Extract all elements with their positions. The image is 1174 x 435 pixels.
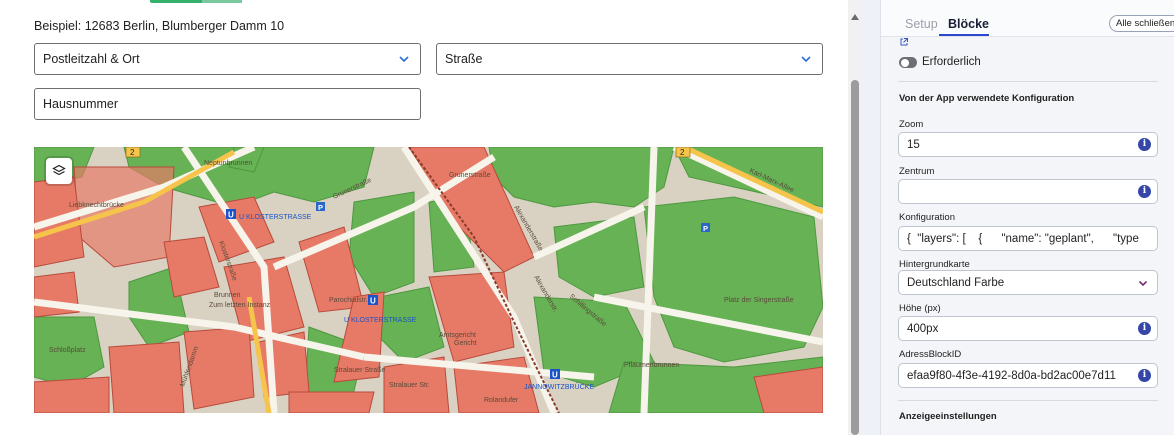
map-label: Platz der Singerstraße [724,297,794,304]
active-tab-indicator [939,34,989,36]
center-label: Zentrum [899,166,935,177]
layer-switch-button[interactable] [46,158,72,184]
map-label: Brunnen [214,292,241,299]
map-label: Grunerstraße [449,172,491,179]
street-select[interactable]: Straße [436,43,823,75]
info-icon[interactable]: i [1138,185,1151,198]
config-label: Konfiguration [899,212,955,223]
street-label: Straße [445,52,483,66]
map-label: Schloßplatz [49,347,86,354]
svg-text:U: U [552,371,558,380]
basemap-select[interactable]: Deutschland Farbe [898,270,1158,295]
house-number-label: Hausnummer [43,97,119,111]
close-all-button[interactable]: Alle schließen [1109,15,1174,32]
center-input[interactable]: i [898,179,1158,204]
config-value: { "layers": [ { "name": "geplant", "type [907,232,1139,245]
map-label: U KLOSTERSTRASSE [344,317,417,324]
height-input[interactable]: 400px i [898,316,1158,341]
svg-text:U: U [370,297,376,306]
zoom-input[interactable]: 15 i [898,132,1158,157]
vertical-scrollbar[interactable] [848,0,862,435]
map-label: JANNOWITZBRÜCKE [524,383,594,391]
road-badge-right: 2 [680,148,685,157]
address-block-input[interactable]: efaa9f80-4f3e-4192-8d0a-bd2ac00e7d11 i [898,363,1158,388]
settings-panel: Setup Blöcke Alle schließen Erforderlich… [880,0,1174,435]
svg-text:P: P [703,224,708,233]
top-accent-bar-2 [202,0,242,3]
address-block-value: efaa9f80-4f3e-4192-8d0a-bd2ac00e7d11 [907,369,1116,382]
map-label: Gericht [454,340,477,347]
chevron-down-icon [399,56,409,63]
height-value: 400px [907,322,939,335]
panel-gutter [862,0,880,435]
postcode-city-label: Postleitzahl & Ort [43,52,140,66]
map-label: Stralauer Str. [389,382,430,389]
svg-text:P: P [318,203,323,212]
info-icon[interactable]: i [1138,138,1151,151]
map-view[interactable]: 2 2 U U U P P Neptunbrunnen Liebknechtbr… [34,147,823,413]
layers-icon [52,164,66,176]
map-label: Rolandufer [484,397,519,404]
map-label: Pflaumenbrunnen [624,362,679,369]
display-section-title: Anzeigeeinstellungen [899,411,997,422]
address-hint: Beispiel: 12683 Berlin, Blumberger Damm … [34,19,285,33]
map-label: Neptunbrunnen [204,160,252,167]
chevron-down-icon [1138,280,1148,287]
divider [898,400,1158,401]
map-label: Parochialstr. [329,297,368,304]
basemap-label: Hintergrundkarte [899,259,970,270]
divider [898,81,1158,82]
info-icon[interactable]: i [1138,322,1151,335]
config-input[interactable]: { "layers": [ { "name": "geplant", "type [898,226,1158,251]
house-number-input[interactable]: Hausnummer [34,88,421,120]
road-badge-left: 2 [130,148,135,157]
info-icon[interactable]: i [1138,369,1151,382]
map-label: U KLOSTERSTRASSE [239,214,312,221]
zoom-label: Zoom [899,119,924,130]
map-label: Liebknechtbrücke [69,202,124,209]
postcode-city-select[interactable]: Postleitzahl & Ort [34,43,421,75]
map-label: Stralauer Straße [334,367,385,374]
basemap-value: Deutschland Farbe [907,276,1005,289]
zoom-value: 15 [907,138,920,151]
required-label: Erforderlich [922,56,981,68]
external-link-icon[interactable] [899,37,909,47]
map-label: Zum letzten Instanz [209,302,271,309]
config-section-title: Von der App verwendete Konfiguration [899,93,1075,104]
height-label: Höhe (px) [899,303,941,314]
svg-text:U: U [228,211,234,220]
chevron-down-icon [801,56,811,63]
tab-setup[interactable]: Setup [905,17,938,31]
scroll-up-arrow-icon[interactable] [851,14,859,20]
address-block-label: AdressBlockID [899,349,962,360]
map-label: Amtsgericht [439,332,476,339]
map-canvas[interactable]: 2 2 U U U P P Neptunbrunnen Liebknechtbr… [34,147,823,413]
panel-tabs: Setup Blöcke Alle schließen [881,0,1174,37]
app-root: Beispiel: 12683 Berlin, Blumberger Damm … [0,0,1174,435]
form-canvas: Beispiel: 12683 Berlin, Blumberger Damm … [0,0,848,435]
scroll-thumb[interactable] [851,80,859,435]
required-toggle[interactable] [899,57,917,68]
tab-blocks[interactable]: Blöcke [948,17,989,31]
